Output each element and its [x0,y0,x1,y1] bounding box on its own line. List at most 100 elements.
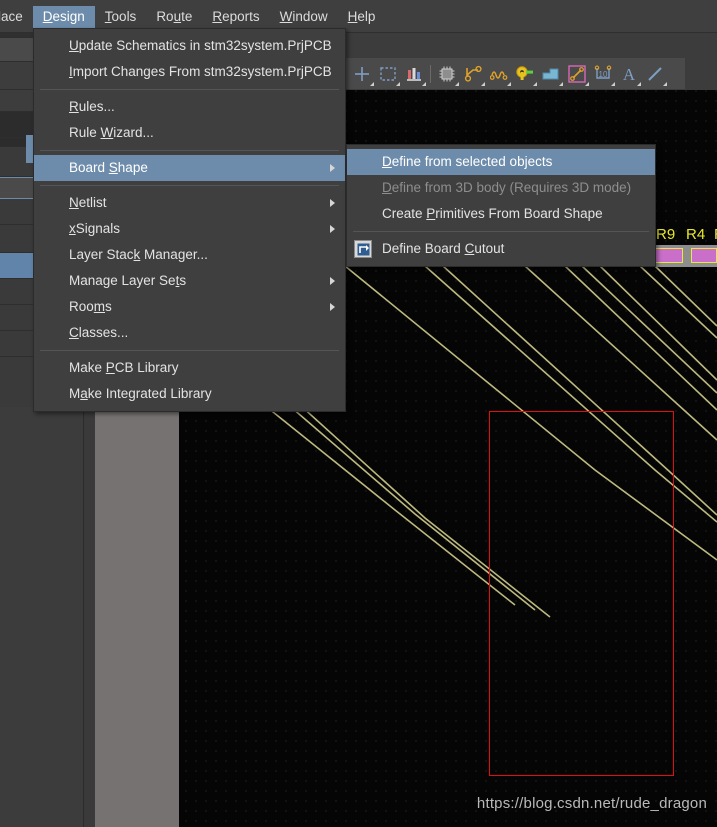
left-panel-row[interactable] [0,38,33,62]
toolbar-separator [430,64,431,83]
menu-item-label: M [69,386,81,401]
dropdown-caret-icon[interactable] [507,81,511,86]
left-panel-row[interactable] [0,90,33,112]
menu-accel-char: D [382,154,392,169]
menu-item-label: Board [69,160,109,175]
menu-item-label: hape [117,160,148,175]
design-dropdown-menu[interactable]: Update Schematics in stm32system.PrjPCB … [33,28,346,412]
menu-accel-char: S [108,160,118,175]
menu-separator [40,150,339,151]
dropdown-caret-icon[interactable] [396,81,400,86]
menu-item-make-pcb-library[interactable]: Make PCB Library [34,355,345,381]
menubar-item-route[interactable]: Route [146,6,202,28]
differential-pair-icon[interactable] [486,61,512,87]
route-net-icon[interactable] [460,61,486,87]
menu-item-rules[interactable]: Rules... [34,94,345,120]
menu-item-label: rimitives From Board Shape [435,206,603,221]
left-panel-row[interactable] [0,305,33,331]
menu-item-import-changes[interactable]: Import Changes From stm32system.PrjPCB [34,59,345,85]
dropdown-caret-icon[interactable] [559,81,563,86]
pcb-board-outline[interactable] [489,411,674,776]
via-pad-icon[interactable] [512,61,538,87]
left-panel-row[interactable] [0,279,33,305]
board-shape-submenu[interactable]: Define from selected objects Define from… [346,144,656,267]
pcb-refdes-r9: R9 [656,226,676,243]
menubar-item-place[interactable]: lace [0,6,33,28]
menu-item-rule-wizard[interactable]: Rule Wizard... [34,120,345,146]
menu-item-label: efine from selected objects [391,154,553,169]
menu-accel-char: W [100,125,114,140]
menu-item-netlist[interactable]: Netlist [34,190,345,216]
menubar-accel-char: T [104,8,112,24]
svg-text:10: 10 [599,70,608,79]
svg-text:A: A [623,65,636,83]
menu-item-label: ules... [78,99,115,114]
menubar-item-tools[interactable]: Tools [95,6,147,28]
left-panel-strip[interactable] [0,32,34,407]
menu-accel-char: C [464,241,475,256]
menubar-item-help[interactable]: Help [338,6,386,28]
menu-item-rooms[interactable]: Rooms [34,294,345,320]
chip-icon[interactable] [434,61,460,87]
crosshair-icon[interactable] [349,61,375,87]
menu-item-label: utout [474,241,505,256]
dropdown-caret-icon[interactable] [637,81,641,86]
text-icon[interactable]: A [616,61,642,87]
left-panel-row-selected[interactable] [0,253,33,279]
submenu-item-define-from-selected-objects[interactable]: Define from selected objects [347,149,655,175]
menu-item-label: Signals [75,221,121,236]
menu-item-label: mport Changes From stm32system.PrjPCB [72,64,332,79]
left-panel-row[interactable] [0,331,33,357]
menubar-item-reports[interactable]: Reports [202,6,269,28]
dropdown-caret-icon[interactable] [370,81,374,86]
submenu-arrow-icon [330,303,335,311]
menu-accel-char: x [69,221,76,236]
dropdown-caret-icon[interactable] [422,81,426,86]
menu-separator [40,185,339,186]
menubar-item-label: indow [292,8,328,24]
bar-chart-icon[interactable] [401,61,427,87]
menu-item-label: ke Integrated Library [87,386,212,401]
menu-accel-char: m [93,299,106,314]
pcb-toolbar[interactable]: 10 A [345,58,685,89]
dropdown-caret-icon[interactable] [663,81,667,86]
left-panel-active-tab[interactable] [26,135,33,163]
dropdown-caret-icon[interactable] [533,81,537,86]
menu-item-xsignals[interactable]: xSignals [34,216,345,242]
left-panel-row[interactable] [0,62,33,90]
submenu-arrow-icon [330,225,335,233]
submenu-item-define-board-cutout[interactable]: Define Board Cutout [347,236,655,262]
menu-separator [40,350,339,351]
dropdown-caret-icon[interactable] [585,81,589,86]
diagonal-line-icon[interactable] [642,61,668,87]
menu-item-layer-stack-manager[interactable]: Layer Stack Manager... [34,242,345,268]
menu-item-manage-layer-sets[interactable]: Manage Layer Sets [34,268,345,294]
menu-item-label: etlist [78,195,107,210]
menu-item-update-schematics[interactable]: Update Schematics in stm32system.PrjPCB [34,33,345,59]
menubar-item-label: ools [111,8,137,24]
line-measure-icon[interactable] [564,61,590,87]
dropdown-caret-icon[interactable] [481,81,485,86]
menu-item-board-shape[interactable]: Board Shape [34,155,345,181]
left-panel-row[interactable] [0,357,33,407]
menu-item-label: s [105,299,112,314]
left-panel-row[interactable] [0,199,33,225]
dashed-rectangle-icon[interactable] [375,61,401,87]
submenu-arrow-icon [330,277,335,285]
pcb-component [653,248,683,263]
menu-item-label: izard... [113,125,154,140]
dropdown-caret-icon[interactable] [455,81,459,86]
menubar-accel-char: u [173,8,182,24]
submenu-item-create-primitives-from-board-shape[interactable]: Create Primitives From Board Shape [347,201,655,227]
polygon-pour-icon[interactable] [538,61,564,87]
left-panel-row[interactable] [0,225,33,253]
dimension-icon[interactable]: 10 [590,61,616,87]
menubar-item-window[interactable]: Window [270,6,338,28]
menu-item-classes[interactable]: Classes... [34,320,345,346]
menu-accel-char: P [426,206,436,221]
menubar-item-design[interactable]: Design [32,5,95,28]
menu-item-make-integrated-library[interactable]: Make Integrated Library [34,381,345,407]
menu-item-label: pdate Schematics in stm32system.PrjPCB [78,38,332,53]
left-panel-row-focused[interactable] [0,177,33,199]
dropdown-caret-icon[interactable] [611,81,615,86]
